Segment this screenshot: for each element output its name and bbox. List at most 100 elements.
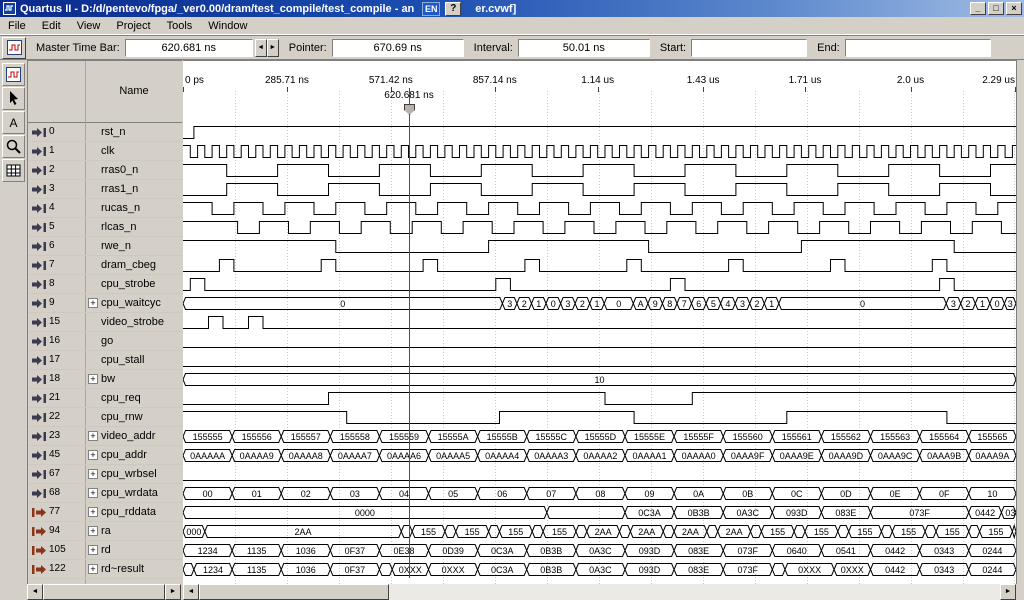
waveform-row-dram-cbeg[interactable] [183, 256, 1016, 275]
signal-row-ra[interactable]: 94+ra [28, 522, 182, 541]
menu-view[interactable]: View [69, 18, 109, 34]
svg-text:0AAAA0: 0AAAA0 [682, 451, 716, 461]
signal-row-cpu-wrdata[interactable]: 68+cpu_wrdata [28, 484, 182, 503]
end-value[interactable] [845, 39, 991, 57]
input-pin-icon [31, 298, 47, 309]
signal-row-cpu-strobe[interactable]: 8cpu_strobe [28, 275, 182, 294]
timeline-tick [911, 87, 912, 92]
menu-file[interactable]: File [0, 18, 34, 34]
signal-row-go[interactable]: 16go [28, 332, 182, 351]
signal-row-cpu-rnw[interactable]: 22cpu_rnw [28, 408, 182, 427]
time-step-right-button[interactable]: ► [267, 39, 279, 57]
help-icon[interactable]: ? [445, 2, 461, 16]
waveform-row-rwe-n[interactable] [183, 237, 1016, 256]
scroll-thumb[interactable] [43, 584, 165, 600]
waveform-row-cpu-wrbsel[interactable] [183, 465, 1016, 484]
signal-row-rd[interactable]: 105+rd [28, 541, 182, 560]
scroll-right-arrow[interactable]: ► [165, 584, 181, 600]
master-time-bar-value[interactable]: 620.681 ns [125, 39, 253, 57]
expand-button[interactable]: + [88, 450, 98, 460]
zoom-tool-button[interactable] [2, 135, 25, 158]
minimize-button[interactable]: _ [970, 2, 986, 15]
waveform-row-rras1-n[interactable] [183, 180, 1016, 199]
input-pin-icon [31, 146, 47, 157]
waveform-row-rd-result[interactable]: 1234113510360F370XXX0XXX0C3A0B3B0A3C093D… [183, 560, 1016, 579]
timeline-ruler[interactable]: 0 ps285.71 ns571.42 ns857.14 ns1.14 us1.… [183, 61, 1016, 123]
signal-row-cpu-req[interactable]: 21cpu_req [28, 389, 182, 408]
signal-row-rst-n[interactable]: 0rst_n [28, 123, 182, 142]
waveform-row-rd[interactable]: 1234113510360F370E380D390C3A0B3B0A3C093D… [183, 541, 1016, 560]
waveform-row-video-strobe[interactable] [183, 313, 1016, 332]
scroll-right-arrow[interactable]: ► [1000, 584, 1016, 600]
waveform-row-cpu-strobe[interactable] [183, 275, 1016, 294]
waveform-row-go[interactable] [183, 332, 1016, 351]
waveform-row-ra[interactable]: 0002AA1551551551552AA2AA2AA2AA1551551551… [183, 522, 1016, 541]
signal-row-video-addr[interactable]: 23+video_addr [28, 427, 182, 446]
time-step-left-button[interactable]: ◄ [255, 39, 267, 57]
close-button[interactable]: × [1006, 2, 1022, 15]
expand-button[interactable]: + [88, 564, 98, 574]
grid-tool-button[interactable] [2, 159, 25, 182]
expand-button[interactable]: + [88, 545, 98, 555]
maximize-button[interactable]: □ [988, 2, 1004, 15]
expand-button[interactable]: + [88, 431, 98, 441]
menu-tools[interactable]: Tools [159, 18, 201, 34]
signal-row-rwe-n[interactable]: 6rwe_n [28, 237, 182, 256]
signal-row-bw[interactable]: 18+bw [28, 370, 182, 389]
signal-row-rras0-n[interactable]: 2rras0_n [28, 161, 182, 180]
text-tool-button[interactable]: A [2, 111, 25, 134]
scroll-thumb[interactable] [199, 584, 389, 600]
waveform-row-cpu-rddata[interactable]: 00000C3A0B3B0A3C093D083E073F04420343 [183, 503, 1016, 522]
waveform-row-video-addr[interactable]: 15555515555615555715555815555915555A1555… [183, 427, 1016, 446]
scroll-left-arrow[interactable]: ◄ [183, 584, 199, 600]
signal-row-cpu-stall[interactable]: 17cpu_stall [28, 351, 182, 370]
waveform-row-rst-n[interactable] [183, 123, 1016, 142]
svg-text:083E: 083E [835, 508, 856, 518]
svg-text:155558: 155558 [340, 432, 370, 442]
waveform-row-rucas-n[interactable] [183, 199, 1016, 218]
expand-button[interactable]: + [88, 507, 98, 517]
waveform-row-cpu-waitcyc[interactable]: 032103210A987654321032103 [183, 294, 1016, 313]
waveform-row-clk[interactable] [183, 142, 1016, 161]
signal-row-cpu-wrbsel[interactable]: 67+cpu_wrbsel [28, 465, 182, 484]
signal-row-cpu-waitcyc[interactable]: 9+cpu_waitcyc [28, 294, 182, 313]
waveform-row-cpu-addr[interactable]: 0AAAAA0AAAA90AAAA80AAAA70AAAA60AAAA50AAA… [183, 446, 1016, 465]
expand-button[interactable]: + [88, 488, 98, 498]
waveform-row-cpu-wrdata[interactable]: 000102030405060708090A0B0C0D0E0F10 [183, 484, 1016, 503]
scroll-left-arrow[interactable]: ◄ [27, 584, 43, 600]
waveform-file-button[interactable] [2, 63, 25, 86]
expand-button[interactable]: + [88, 374, 98, 384]
waveform-row-cpu-stall[interactable] [183, 351, 1016, 370]
name-panel-hscrollbar[interactable]: ◄ ► [27, 584, 181, 600]
signal-index: 2 [49, 164, 55, 175]
signal-row-clk[interactable]: 1clk [28, 142, 182, 161]
selection-tool-button[interactable] [2, 87, 25, 110]
signal-row-cpu-rddata[interactable]: 77+cpu_rddata [28, 503, 182, 522]
signal-row-rras1-n[interactable]: 3rras1_n [28, 180, 182, 199]
signal-row-video-strobe[interactable]: 15video_strobe [28, 313, 182, 332]
titlebar[interactable]: Quartus II - D:/d/pentevo/fpga/_ver0.00/… [0, 0, 1024, 17]
waveform-row-cpu-rnw[interactable] [183, 408, 1016, 427]
menu-edit[interactable]: Edit [34, 18, 69, 34]
menu-project[interactable]: Project [108, 18, 158, 34]
expand-button[interactable]: + [88, 469, 98, 479]
language-indicator-badge[interactable]: EN [422, 2, 440, 16]
waveform-row-rras0-n[interactable] [183, 161, 1016, 180]
menu-window[interactable]: Window [200, 18, 255, 34]
waveform-row-bw[interactable]: 10 [183, 370, 1016, 389]
signal-row-rucas-n[interactable]: 4rucas_n [28, 199, 182, 218]
waveform-row-rlcas-n[interactable] [183, 218, 1016, 237]
signal-row-cpu-addr[interactable]: 45+cpu_addr [28, 446, 182, 465]
signal-row-rd-result[interactable]: 122+rd~result [28, 560, 182, 579]
expand-button[interactable]: + [88, 298, 98, 308]
waveform [183, 218, 1016, 237]
svg-text:155: 155 [814, 527, 829, 537]
waveform-editor-button[interactable] [2, 37, 26, 59]
signal-row-rlcas-n[interactable]: 5rlcas_n [28, 218, 182, 237]
waveform-row-cpu-req[interactable] [183, 389, 1016, 408]
signal-row-dram-cbeg[interactable]: 7dram_cbeg [28, 256, 182, 275]
waveform-panel[interactable]: 0 ps285.71 ns571.42 ns857.14 ns1.14 us1.… [183, 60, 1016, 584]
start-value[interactable] [691, 39, 807, 57]
waveform-hscrollbar[interactable]: ◄ ► [183, 584, 1016, 600]
expand-button[interactable]: + [88, 526, 98, 536]
